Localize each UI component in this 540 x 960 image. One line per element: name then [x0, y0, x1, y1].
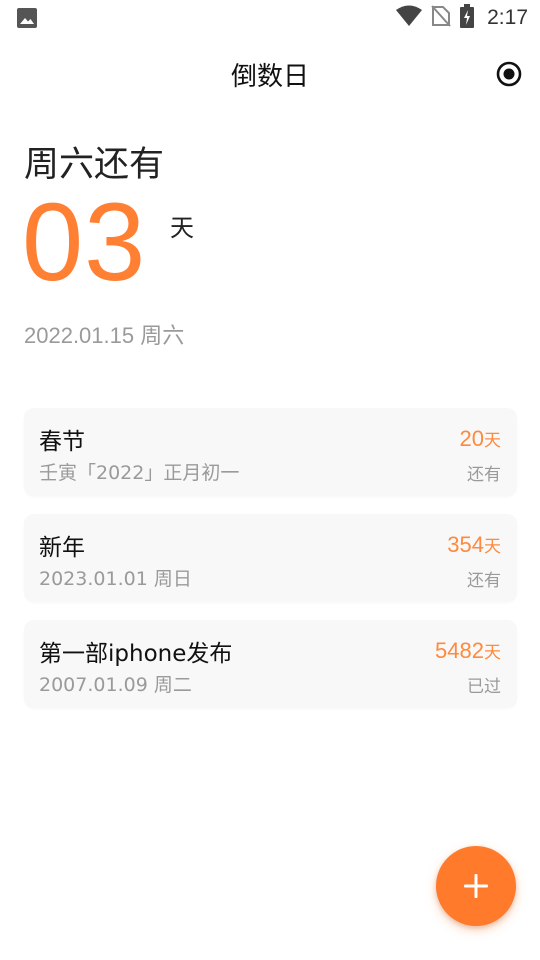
- event-days-unit: 天: [484, 537, 501, 557]
- plus-icon: [464, 874, 488, 898]
- event-days-count: 20: [459, 426, 484, 451]
- wifi-icon: [395, 5, 423, 31]
- event-days-unit: 天: [484, 643, 501, 663]
- hero-label: 周六还有: [24, 145, 165, 185]
- event-subtitle: 2023.01.01 周日: [39, 568, 192, 590]
- hero-date: 2022.01.15 周六: [24, 323, 185, 348]
- event-days-count: 5482: [435, 638, 484, 663]
- battery-charging-icon: [459, 4, 475, 32]
- status-time: 2:17: [487, 6, 528, 29]
- event-title: 第一部iphone发布: [39, 641, 233, 667]
- event-subtitle: 2007.01.09 周二: [39, 674, 192, 696]
- event-days: 5482天: [435, 638, 501, 664]
- event-days-count: 354: [447, 532, 484, 557]
- event-subtitle: 壬寅「2022」正月初一: [39, 462, 240, 484]
- hero-days-count: 03: [22, 181, 147, 304]
- event-card[interactable]: 春节 壬寅「2022」正月初一 20天 还有: [24, 408, 517, 496]
- event-days: 354天: [447, 532, 501, 558]
- image-icon: [16, 7, 38, 29]
- no-sim-icon: [431, 5, 451, 31]
- event-status: 已过: [467, 677, 501, 697]
- event-status: 还有: [467, 571, 501, 591]
- event-title: 新年: [39, 535, 85, 561]
- event-card[interactable]: 新年 2023.01.01 周日 354天 还有: [24, 514, 517, 602]
- event-list: 春节 壬寅「2022」正月初一 20天 还有 新年 2023.01.01 周日 …: [24, 408, 517, 726]
- page-title: 倒数日: [230, 62, 309, 92]
- event-days-unit: 天: [484, 431, 501, 451]
- event-card[interactable]: 第一部iphone发布 2007.01.09 周二 5482天 已过: [24, 620, 517, 708]
- event-title: 春节: [39, 429, 85, 455]
- hero-days-unit: 天: [170, 214, 194, 242]
- event-days: 20天: [460, 426, 501, 452]
- status-bar: 2:17: [0, 0, 540, 36]
- target-icon[interactable]: [496, 61, 522, 87]
- add-event-button[interactable]: [436, 846, 516, 926]
- app-bar: 倒数日: [0, 44, 540, 104]
- event-status: 还有: [467, 465, 501, 485]
